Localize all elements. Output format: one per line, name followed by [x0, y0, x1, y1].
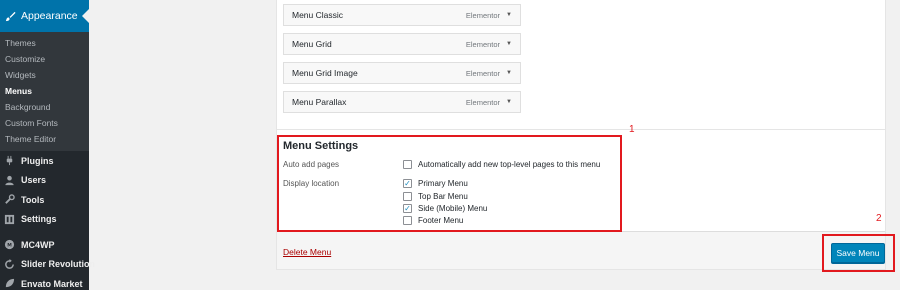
sidebar-item-label: Envato Market [21, 278, 83, 289]
menu-item[interactable]: Menu Grid Elementor ▼ [283, 33, 521, 55]
sidebar-item-label: Tools [21, 194, 45, 205]
caret-down-icon[interactable]: ▼ [506, 12, 512, 18]
caret-down-icon[interactable]: ▼ [506, 41, 512, 47]
annotation-number-1: 1 [629, 124, 635, 135]
sidebar-item-label: Appearance [21, 10, 78, 22]
submenu-item-themes[interactable]: Themes [0, 35, 89, 51]
menu-item-type: Elementor [465, 10, 501, 20]
menu-item[interactable]: Menu Grid Image Elementor ▼ [283, 62, 521, 84]
menu-item-type: Elementor [465, 39, 501, 49]
delete-menu-link[interactable]: Delete Menu [283, 247, 331, 257]
menu-item-title: Menu Classic [292, 10, 344, 20]
annotation-number-2: 2 [876, 213, 882, 224]
menu-item-type: Elementor [465, 68, 501, 78]
paintbrush-icon [4, 10, 16, 22]
sidebar-item-label: Settings [21, 214, 57, 225]
section-divider [277, 129, 885, 130]
menu-footer-bar [277, 231, 885, 269]
svg-text:M: M [7, 243, 12, 249]
submenu-item-widgets[interactable]: Widgets [0, 67, 89, 83]
submenu-item-menus[interactable]: Menus [0, 83, 89, 99]
sidebar-item-label: Plugins [21, 155, 54, 166]
plug-icon [4, 155, 15, 166]
mc4wp-icon: M [4, 239, 15, 250]
sidebar-item-tools[interactable]: Tools [0, 190, 89, 210]
sidebar-item-plugins[interactable]: Plugins [0, 151, 89, 171]
settings-icon [4, 214, 15, 225]
sidebar-item-label: MC4WP [21, 239, 55, 250]
refresh-icon [4, 258, 15, 270]
sidebar-item-users[interactable]: Users [0, 171, 89, 191]
menu-item[interactable]: Menu Parallax Elementor ▼ [283, 91, 521, 113]
menu-item-title: Menu Grid Image [292, 68, 358, 78]
submenu-item-theme-editor[interactable]: Theme Editor [0, 131, 89, 147]
admin-sidebar: Appearance Themes Customize Widgets Menu… [0, 0, 95, 290]
annotation-box-2 [822, 234, 895, 272]
sidebar-item-mc4wp[interactable]: M MC4WP [0, 235, 89, 255]
submenu-item-customize[interactable]: Customize [0, 51, 89, 67]
annotation-box-1 [277, 135, 622, 232]
menu-item-type: Elementor [465, 97, 501, 107]
sidebar-item-envato-market[interactable]: Envato Market [0, 274, 89, 290]
sidebar-item-slider-revolution[interactable]: Slider Revolution [0, 255, 95, 275]
menu-item[interactable]: Menu Classic Elementor ▼ [283, 4, 521, 26]
users-icon [4, 175, 15, 186]
sidebar-item-settings[interactable]: Settings [0, 210, 89, 230]
leaf-icon [4, 278, 15, 289]
submenu-item-background[interactable]: Background [0, 99, 89, 115]
submenu-item-custom-fonts[interactable]: Custom Fonts [0, 115, 89, 131]
caret-down-icon[interactable]: ▼ [506, 99, 512, 105]
menu-item-title: Menu Parallax [292, 97, 347, 107]
caret-down-icon[interactable]: ▼ [506, 70, 512, 76]
appearance-submenu: Themes Customize Widgets Menus Backgroun… [0, 32, 89, 151]
menu-item-title: Menu Grid [292, 39, 332, 49]
wrench-icon [4, 194, 15, 205]
sidebar-item-label: Users [21, 175, 47, 186]
sidebar-item-appearance[interactable]: Appearance [0, 0, 89, 32]
sidebar-item-label: Slider Revolution [21, 259, 96, 270]
